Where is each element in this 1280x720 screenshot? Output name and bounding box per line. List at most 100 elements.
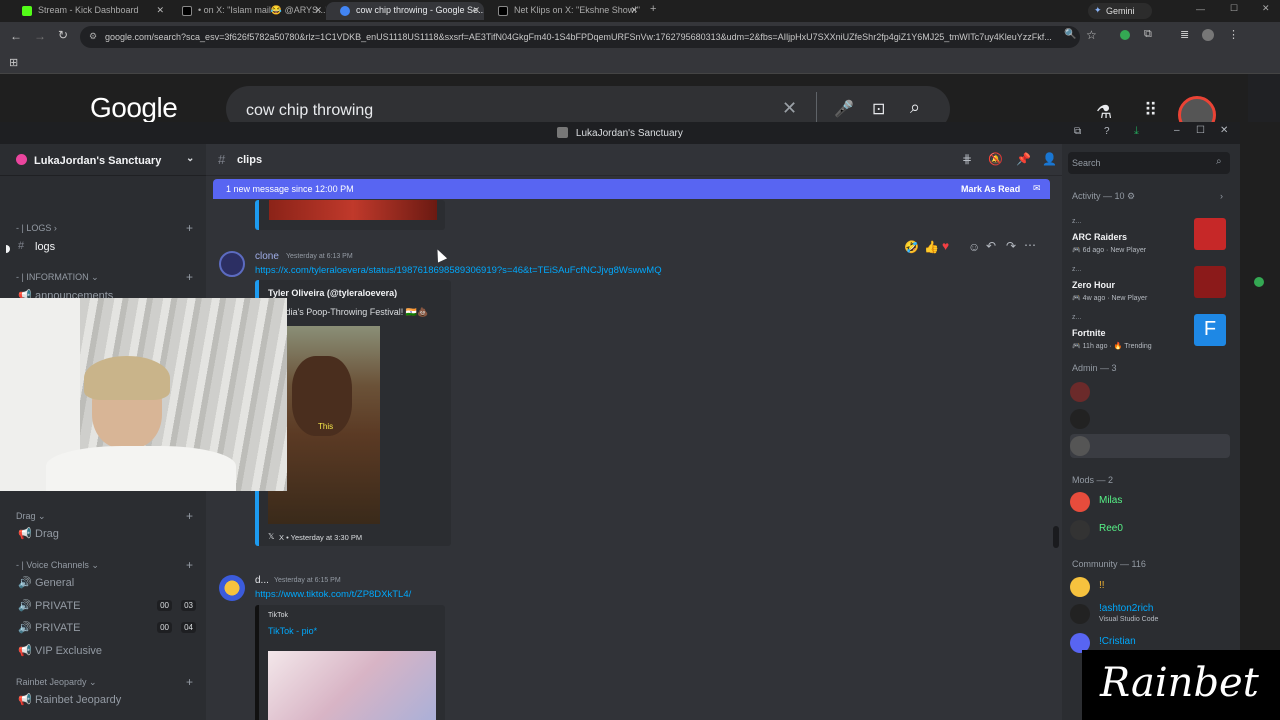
channel-rainbet-jeopardy[interactable]: 📢 Rainbet Jeopardy xyxy=(16,690,200,710)
close-window-icon[interactable]: ✕ xyxy=(1262,3,1270,14)
camera-lens-icon[interactable]: ⊡ xyxy=(872,99,885,119)
channel-logs[interactable]: # logs xyxy=(16,237,200,257)
minimize-icon[interactable]: – xyxy=(1174,125,1180,136)
close-icon[interactable]: ✕ xyxy=(314,5,322,16)
add-reaction-icon[interactable]: ☺ xyxy=(968,240,980,254)
embed-image[interactable] xyxy=(268,651,436,720)
new-tab-button[interactable]: + xyxy=(650,3,656,15)
notification-mute-icon[interactable]: 🔕 xyxy=(988,152,1003,166)
maximize-icon[interactable]: ☐ xyxy=(1230,3,1238,14)
search-icon[interactable]: ⌕ xyxy=(910,97,920,118)
browser-tab[interactable]: • on X: "Islam mail😂 @ARYS..." ✕ xyxy=(168,2,326,20)
address-bar[interactable]: ⚙ google.com/search?sca_esv=3f626f5782a5… xyxy=(80,26,1080,48)
zoom-icon[interactable]: 🔍 xyxy=(1064,29,1076,40)
minimize-icon[interactable]: — xyxy=(1196,4,1205,14)
member-mod[interactable]: Ree0 xyxy=(1070,518,1230,542)
search-input[interactable]: Search ⌕ xyxy=(1068,152,1230,174)
message-author[interactable]: clone xyxy=(255,251,279,262)
help-icon[interactable]: ? xyxy=(1104,126,1110,137)
apps-grid-icon[interactable]: ⠿ xyxy=(1144,100,1157,121)
channel-private[interactable]: 🔊 PRIVATE 00 03 xyxy=(16,596,200,616)
category-logs[interactable]: - | LOGS › + xyxy=(16,221,193,235)
channel-drag[interactable]: 📢 Drag xyxy=(16,524,200,544)
browser-tab[interactable]: Stream - Kick Dashboard ✕ xyxy=(8,2,168,20)
add-channel-icon[interactable]: + xyxy=(186,558,193,572)
chevron-down-icon[interactable]: ⌄ xyxy=(186,153,194,164)
close-icon[interactable]: ✕ xyxy=(630,5,638,16)
tab-title: cow chip throwing - Google Se... xyxy=(356,5,484,15)
message-link[interactable]: https://www.tiktok.com/t/ZP8DXkTL4/ xyxy=(255,589,411,600)
user-avatar[interactable] xyxy=(219,251,245,277)
close-icon[interactable]: ✕ xyxy=(1220,125,1228,136)
close-icon[interactable]: ✕ xyxy=(472,5,480,16)
clear-icon[interactable]: ✕ xyxy=(782,98,797,119)
labs-flask-icon[interactable]: ⚗ xyxy=(1096,102,1112,123)
category-jeopardy[interactable]: Rainbet Jeopardy ⌄ + xyxy=(16,675,193,689)
laugh-reaction-icon[interactable]: 🤣 xyxy=(904,240,919,254)
add-channel-icon[interactable]: + xyxy=(186,509,193,523)
new-messages-banner[interactable]: 1 new message since 12:00 PM Mark As Rea… xyxy=(213,179,1050,199)
forward-icon[interactable]: ↷ xyxy=(1006,239,1016,253)
activity-card[interactable]: z... Fortnite 🎮 11h ago · 🔥 Trending F xyxy=(1066,310,1234,354)
add-channel-icon[interactable]: + xyxy=(186,675,193,689)
member-list-icon[interactable]: 👤 xyxy=(1042,152,1057,166)
profile-avatar[interactable] xyxy=(1202,29,1214,41)
media-icon[interactable]: ≣ xyxy=(1180,28,1189,41)
member-admin[interactable] xyxy=(1070,380,1230,404)
member[interactable]: !! xyxy=(1070,575,1230,599)
category-information[interactable]: - | INFORMATION ⌄ + xyxy=(16,270,193,284)
member-admin[interactable] xyxy=(1070,407,1230,431)
user-avatar[interactable] xyxy=(219,575,245,601)
thumbs-up-icon[interactable]: 👍 xyxy=(924,240,939,254)
browser-tab[interactable]: Net Klips on X: "Ekshne Show!" ✕ xyxy=(484,2,642,20)
server-header[interactable]: LukaJordan's Sanctuary ⌄ xyxy=(0,144,206,176)
site-info-icon[interactable]: ⚙ xyxy=(89,31,97,42)
bookmark-star-icon[interactable]: ☆ xyxy=(1086,28,1097,42)
mark-read-icon: ✉ xyxy=(1033,183,1041,193)
embed-image[interactable] xyxy=(269,200,437,220)
activity-card[interactable]: z... ARC Raiders 🎮 6d ago · New Player xyxy=(1066,214,1234,258)
heart-icon[interactable]: ♥ xyxy=(942,239,949,253)
megaphone-icon: 📢 xyxy=(18,528,32,540)
maximize-icon[interactable]: ☐ xyxy=(1196,125,1205,136)
channel-private[interactable]: 🔊 PRIVATE 00 04 xyxy=(16,618,200,638)
menu-icon[interactable]: ⋮ xyxy=(1228,28,1239,41)
close-icon[interactable]: ✕ xyxy=(156,5,164,16)
google-logo[interactable]: Google xyxy=(90,92,178,124)
activity-card[interactable]: z... Zero Hour 🎮 4w ago · New Player xyxy=(1066,262,1234,306)
mark-as-read-button[interactable]: Mark As Read xyxy=(961,184,1020,194)
browser-tab-active[interactable]: cow chip throwing - Google Se... ✕ xyxy=(326,2,484,20)
channel-vip[interactable]: 📢 VIP Exclusive xyxy=(16,641,200,661)
chevron-right-icon[interactable]: › xyxy=(1220,191,1223,201)
category-voice[interactable]: - | Voice Channels ⌄ + xyxy=(16,558,193,572)
activity-header[interactable]: Activity — 10 ⚙ › xyxy=(1072,191,1223,202)
scrollbar-thumb[interactable] xyxy=(1053,526,1059,548)
add-channel-icon[interactable]: + xyxy=(186,221,193,235)
member[interactable]: !ashton2rich Visual Studio Code xyxy=(1070,602,1230,626)
gemini-button[interactable]: ✦ Gemini xyxy=(1088,3,1152,19)
embed-author[interactable]: Tyler Oliveira (@tyleraloevera) xyxy=(268,288,397,298)
apps-grid-icon[interactable]: ⊞ xyxy=(9,56,18,69)
gear-icon[interactable]: ⚙ xyxy=(1127,191,1135,201)
microphone-icon[interactable]: 🎤 xyxy=(834,99,854,119)
pin-icon[interactable]: 📌 xyxy=(1016,152,1031,166)
add-channel-icon[interactable]: + xyxy=(186,270,193,284)
message-author[interactable]: d... xyxy=(255,575,269,586)
member-mod[interactable]: Milas xyxy=(1070,490,1230,514)
extensions-puzzle-icon[interactable]: ⧉ xyxy=(1144,28,1152,41)
reload-icon[interactable]: ↻ xyxy=(58,28,68,42)
more-options-icon[interactable]: ⋯ xyxy=(1024,238,1036,252)
inbox-icon[interactable]: ⧉ xyxy=(1074,126,1081,137)
channel-general[interactable]: 🔊 General xyxy=(16,573,200,593)
member-admin[interactable] xyxy=(1070,434,1230,458)
reply-icon[interactable]: ↶ xyxy=(986,239,996,253)
embed-title[interactable]: TikTok - pio* xyxy=(268,626,317,636)
message-link[interactable]: https://x.com/tyleraloevera/status/19876… xyxy=(255,265,662,276)
extension-icon[interactable] xyxy=(1120,30,1130,40)
download-icon[interactable]: ⤓ xyxy=(1134,125,1139,138)
category-drag[interactable]: Drag ⌄ + xyxy=(16,509,193,523)
back-icon[interactable]: ← xyxy=(10,29,22,43)
threads-icon[interactable]: ⋕ xyxy=(962,152,972,166)
forward-icon[interactable]: → xyxy=(34,29,46,43)
user-count: 00 xyxy=(157,622,172,633)
